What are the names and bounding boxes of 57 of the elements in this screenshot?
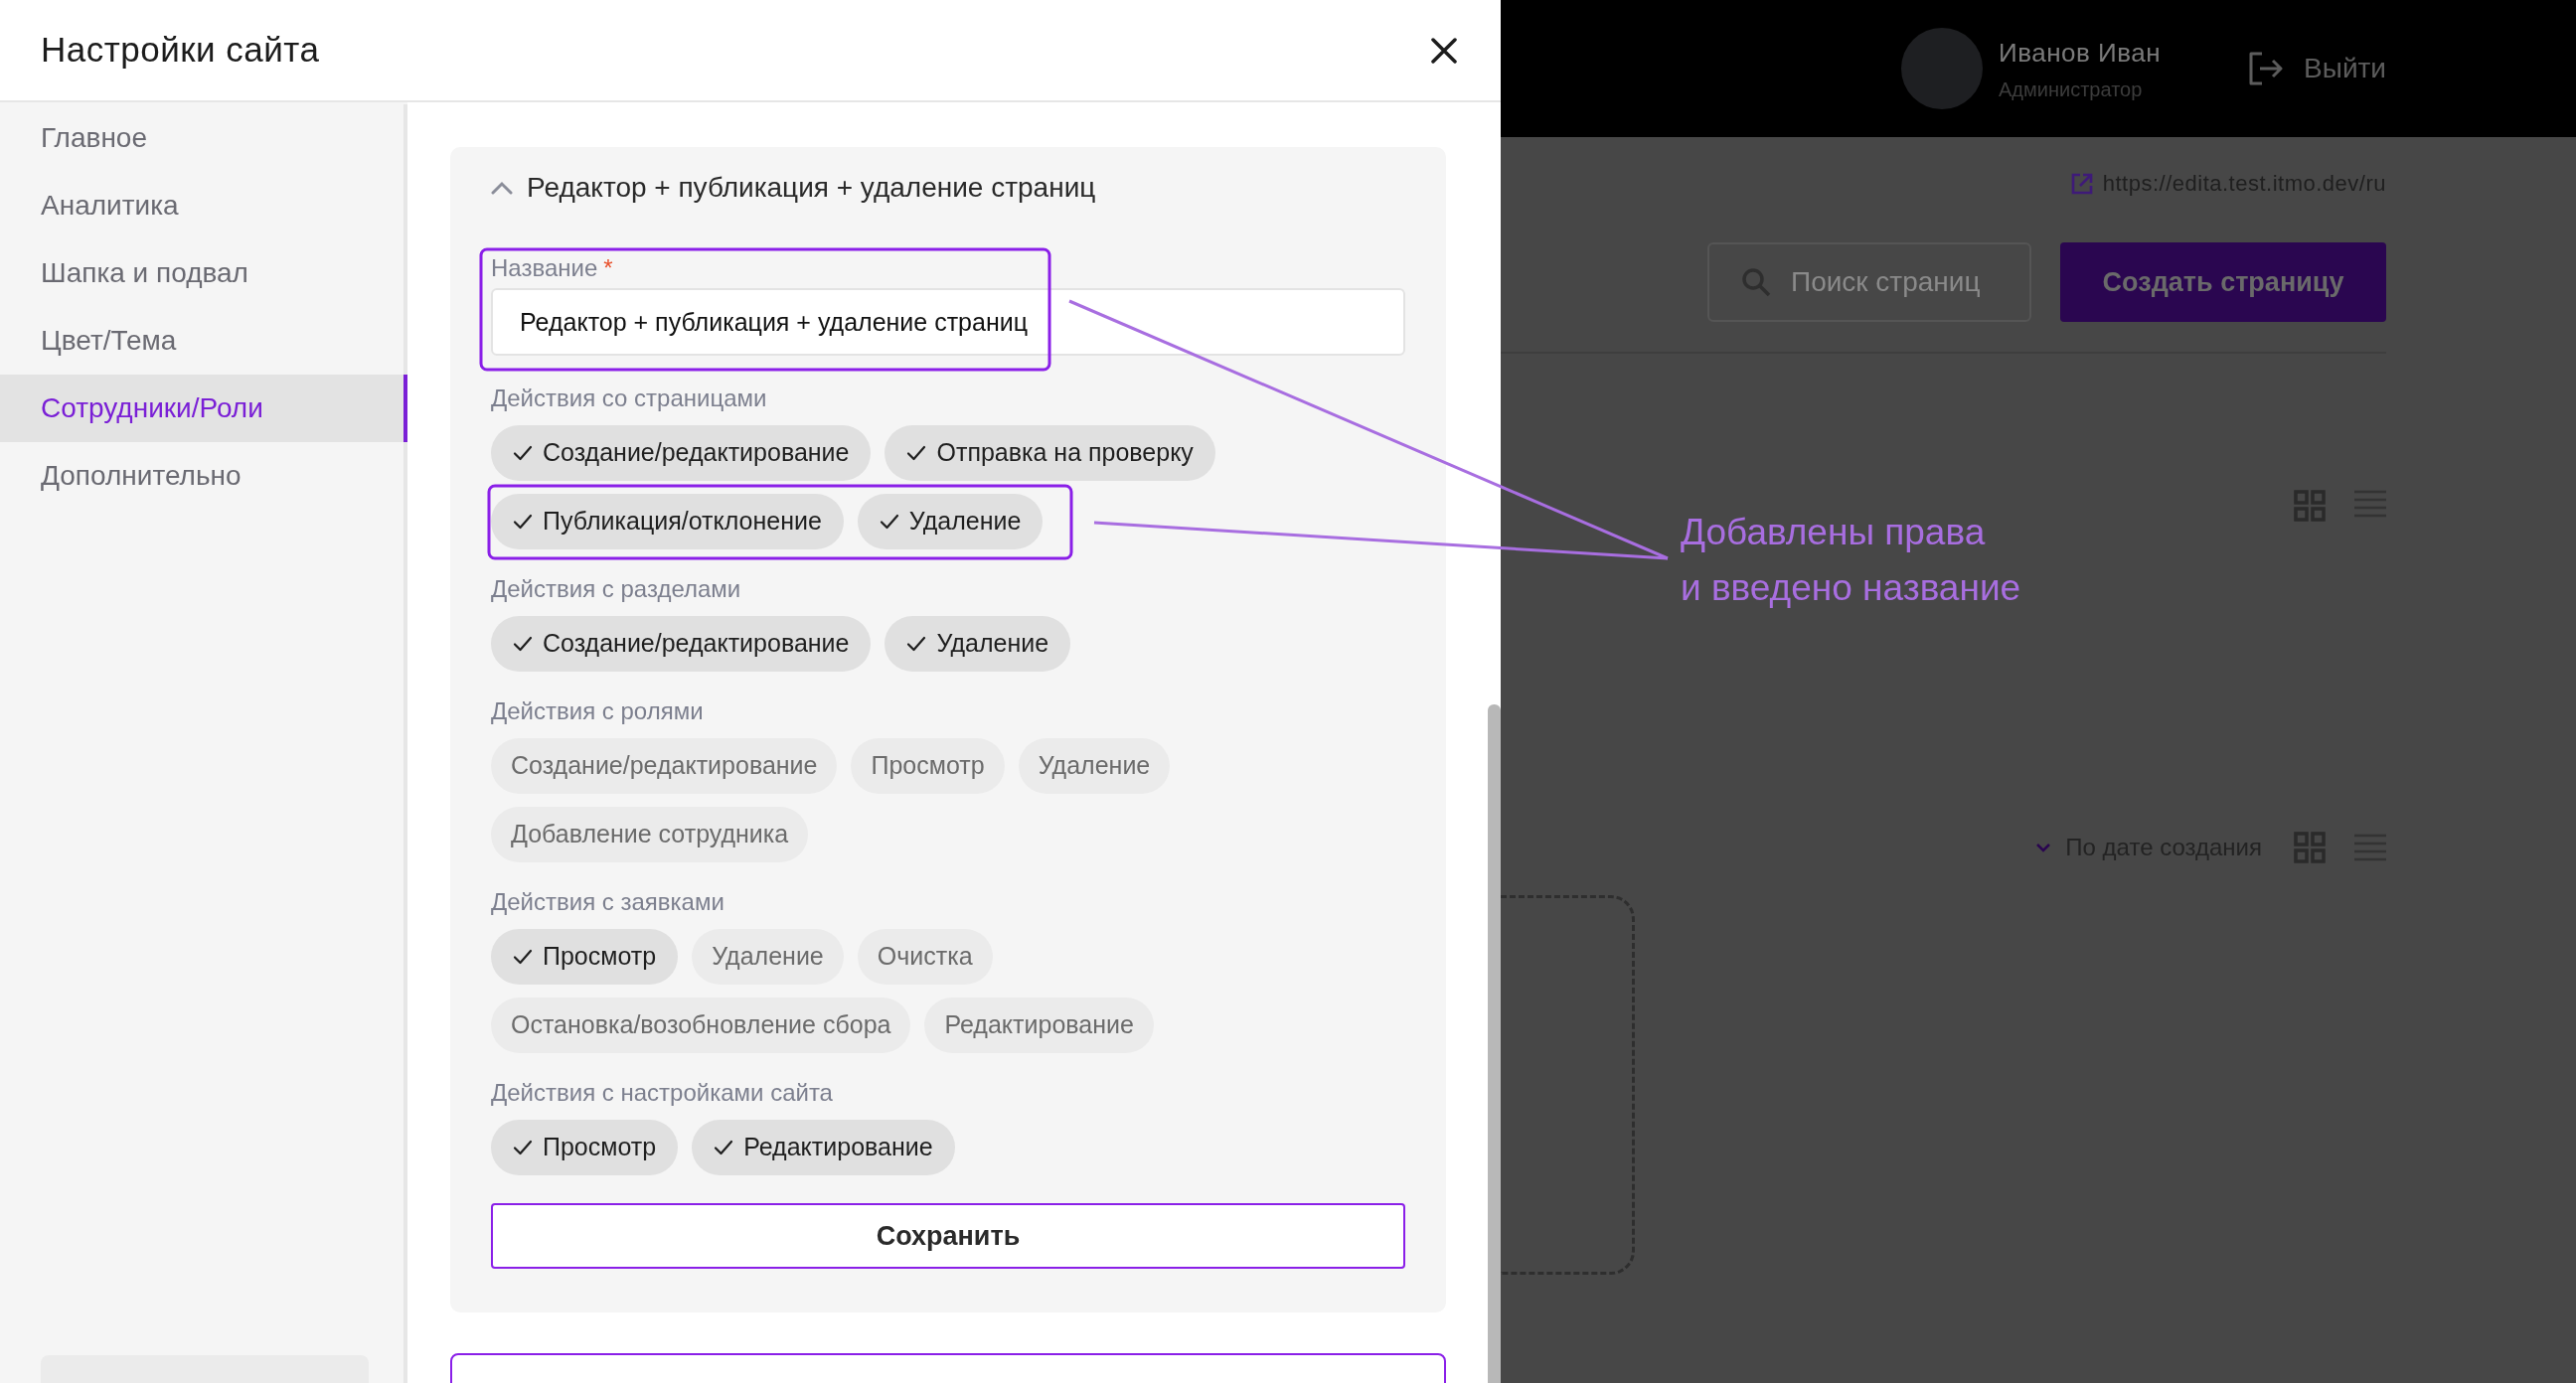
check-icon <box>513 636 533 652</box>
create-page-button[interactable]: Создать страницу <box>2060 242 2386 322</box>
logout-link[interactable]: Выйти <box>2248 48 2386 89</box>
save-button[interactable]: Сохранить <box>491 1203 1405 1269</box>
permission-chip[interactable]: Просмотр <box>491 929 679 985</box>
permission-chip[interactable]: Очистка <box>857 929 993 985</box>
permission-chip[interactable]: Просмотр <box>491 1120 679 1175</box>
check-icon <box>513 1140 533 1155</box>
close-icon[interactable] <box>1431 37 1457 64</box>
logout-icon <box>2248 52 2285 85</box>
name-input-field[interactable]: Редактор + публикация + удаление страниц <box>491 288 1405 356</box>
sidebar-item[interactable]: Аналитика <box>0 172 407 239</box>
role-title: Редактор + публикация + удаление страниц <box>527 171 1096 205</box>
permission-chip[interactable]: Добавление сотрудника <box>491 807 809 862</box>
sidebar-item[interactable]: Главное <box>0 104 407 172</box>
permission-chip[interactable]: Удаление <box>857 494 1044 549</box>
chevron-up-icon[interactable] <box>491 181 513 195</box>
group-label: Действия с настройками сайта <box>491 1079 834 1107</box>
permission-chip[interactable]: Редактирование <box>924 998 1154 1053</box>
group-label: Действия с заявками <box>491 888 725 916</box>
permission-chip[interactable]: Удаление <box>692 929 844 985</box>
sidebar-item[interactable]: Шапка и подвал <box>0 239 407 307</box>
chevron-down-icon <box>2035 843 2052 852</box>
check-icon <box>906 445 927 461</box>
permission-chip[interactable]: Публикация/отклонение <box>491 494 844 549</box>
permission-chip[interactable]: Удаление <box>1018 738 1171 794</box>
group-label: Действия с ролями <box>491 697 705 725</box>
grid-view-icon[interactable] <box>2294 490 2326 522</box>
permission-chip[interactable]: Создание/редактирование <box>491 738 838 794</box>
group-label: Действия со страницами <box>491 384 768 412</box>
check-icon <box>513 445 533 461</box>
check-icon <box>879 514 899 530</box>
permission-chip[interactable]: Создание/редактирование <box>491 616 872 672</box>
group-label: Действия с разделами <box>491 575 742 603</box>
permission-chip[interactable]: Остановка/возобновление сбора <box>491 998 911 1053</box>
search-field[interactable]: Поиск страниц <box>1707 242 2031 322</box>
grid-view-icon[interactable] <box>2294 832 2326 863</box>
dialog-title: Настройки сайта <box>41 29 320 72</box>
permission-chip[interactable]: Создание/редактирование <box>491 425 872 481</box>
annotation-text: Добавлены права и введено название <box>1681 511 2021 610</box>
check-icon <box>513 949 533 965</box>
user-name: Иванов Иван <box>1999 36 2162 70</box>
permission-chip[interactable]: Просмотр <box>851 738 1005 794</box>
permission-chip[interactable]: Редактирование <box>692 1120 955 1175</box>
field-label: Название <box>491 253 598 283</box>
permission-chip[interactable]: Удаление <box>885 616 1071 672</box>
permission-chip[interactable]: Отправка на проверку <box>885 425 1215 481</box>
search-icon <box>1741 267 1771 297</box>
check-icon <box>513 514 533 530</box>
scrollbar-thumb[interactable] <box>1488 704 1501 1383</box>
user-role: Администратор <box>1999 77 2144 102</box>
check-icon <box>906 636 927 652</box>
sidebar-item[interactable]: Дополнительно <box>0 442 407 510</box>
required-mark: * <box>603 253 613 283</box>
external-link-icon <box>2070 172 2093 195</box>
sidebar-item[interactable]: Сотрудники/Роли <box>0 375 407 442</box>
check-icon <box>714 1140 734 1155</box>
